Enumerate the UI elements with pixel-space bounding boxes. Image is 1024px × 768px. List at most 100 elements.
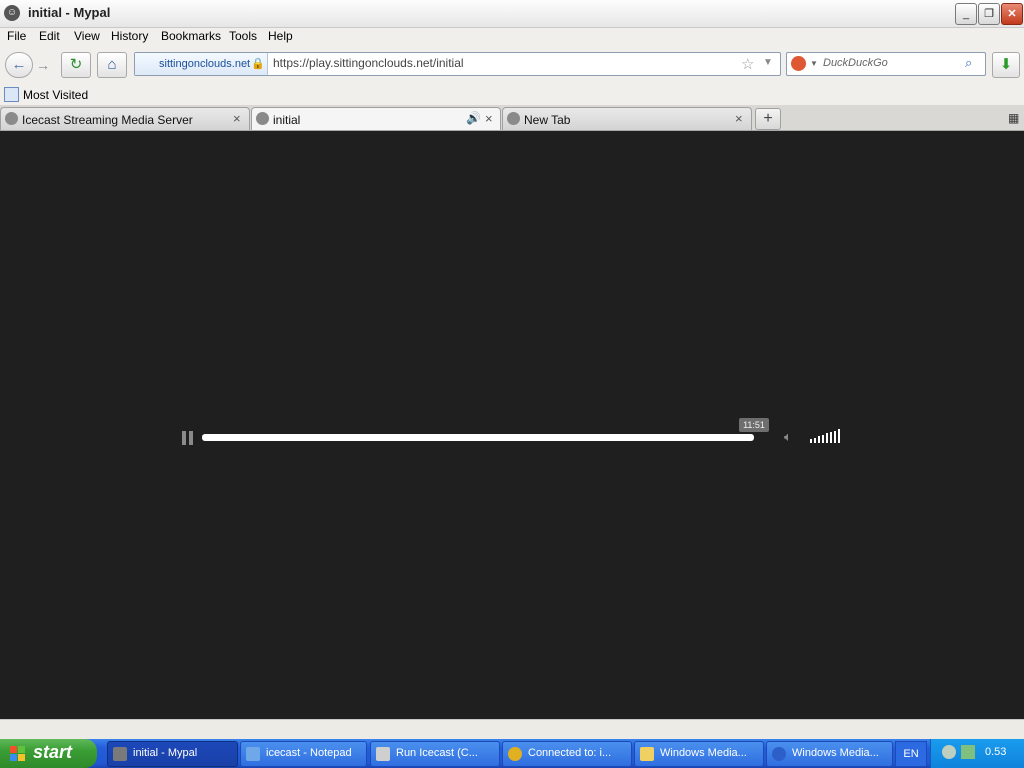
tab-close-icon[interactable]: × <box>735 111 743 126</box>
icecast-icon <box>376 747 390 761</box>
forward-arrow-icon: → <box>36 57 50 73</box>
speaker-icon[interactable]: 🔈︎ <box>784 429 804 444</box>
tab-icecast[interactable]: Icecast Streaming Media Server × <box>0 107 250 130</box>
volume-bar[interactable] <box>810 439 812 443</box>
url-text[interactable]: https://play.sittingonclouds.net/initial <box>273 56 464 70</box>
home-button[interactable]: ⌂ <box>97 52 127 78</box>
volume-bar[interactable] <box>834 430 836 443</box>
volume-slider[interactable] <box>810 429 842 443</box>
home-icon: ⌂ <box>107 56 117 73</box>
status-bar <box>0 719 1024 740</box>
taskbar-item-notepad[interactable]: icecast - Notepad <box>240 741 367 767</box>
menu-bookmarks[interactable]: Bookmarks <box>161 29 221 43</box>
tab-initial[interactable]: initial 🔊 × <box>251 107 501 130</box>
tab-close-icon[interactable]: × <box>485 111 493 126</box>
folder-icon <box>640 747 654 761</box>
menu-view[interactable]: View <box>74 29 100 43</box>
globe-icon <box>5 112 18 125</box>
taskbar-item-windows-media-folder[interactable]: Windows Media... <box>634 741 764 767</box>
forward-button[interactable]: → <box>36 57 50 73</box>
title-bar: ☺ initial - Mypal _ ❐ ✕ <box>0 0 1024 28</box>
system-tray: 0.53 <box>930 739 1024 768</box>
downloads-button[interactable]: ⬇ <box>992 52 1020 78</box>
tray-app-icon[interactable] <box>961 745 975 759</box>
url-dropdown-icon[interactable]: ▼ <box>763 57 773 68</box>
taskbar-item-mypal[interactable]: initial - Mypal <box>107 741 238 767</box>
tray-network-icon[interactable] <box>942 745 956 759</box>
search-bar[interactable]: ▼ DuckDuckGo ⌕ <box>786 52 986 76</box>
menu-history[interactable]: History <box>111 29 148 43</box>
site-identity-button[interactable]: sittingonclouds.net 🔒 <box>135 53 268 75</box>
taskbar-item-label: Windows Media... <box>660 747 747 759</box>
restore-button[interactable]: ❐ <box>978 3 1000 25</box>
menu-tools[interactable]: Tools <box>229 29 257 43</box>
plus-icon: + <box>763 110 773 127</box>
taskbar-item-windows-media-player[interactable]: Windows Media... <box>766 741 893 767</box>
progress-fill <box>202 434 754 441</box>
app-icon: ☺ <box>4 5 20 21</box>
taskbar-item-label: Run Icecast (C... <box>396 747 478 759</box>
download-arrow-icon: ⬇ <box>999 56 1013 73</box>
globe-icon <box>507 112 520 125</box>
back-arrow-icon: ← <box>11 56 27 73</box>
volume-bar[interactable] <box>830 432 832 443</box>
menu-help[interactable]: Help <box>268 29 293 43</box>
pause-icon <box>182 431 186 445</box>
taskbar-item-label: Windows Media... <box>792 747 879 759</box>
taskbar-item-run-icecast[interactable]: Run Icecast (C... <box>370 741 500 767</box>
search-engine-dropdown-icon[interactable]: ▼ <box>810 59 818 68</box>
duckduckgo-icon[interactable] <box>791 56 806 71</box>
navigation-toolbar: ← → ↻ ⌂ sittingonclouds.net 🔒 https://pl… <box>0 47 1024 83</box>
notepad-icon <box>246 747 260 761</box>
search-icon[interactable]: ⌕ <box>965 55 972 71</box>
pause-button[interactable] <box>182 431 194 445</box>
tab-strip: Icecast Streaming Media Server × initial… <box>0 105 1024 131</box>
tab-new-tab[interactable]: New Tab × <box>502 107 752 130</box>
search-placeholder: DuckDuckGo <box>823 57 888 69</box>
volume-bar[interactable] <box>822 434 824 443</box>
globe-icon <box>256 112 269 125</box>
bookmark-most-visited[interactable]: Most Visited <box>23 88 88 102</box>
taskbar-item-label: initial - Mypal <box>133 747 198 759</box>
tab-groups-icon[interactable]: ▦ <box>1008 111 1019 125</box>
lock-icon: 🔒 <box>251 58 265 70</box>
language-indicator[interactable]: EN <box>895 741 927 767</box>
tab-label: New Tab <box>524 113 571 127</box>
connection-icon <box>508 747 522 761</box>
tab-close-icon[interactable]: × <box>233 111 241 126</box>
reload-icon: ↻ <box>69 56 83 73</box>
tab-audio-icon[interactable]: 🔊 <box>466 111 481 125</box>
tab-label: Icecast Streaming Media Server <box>22 113 193 127</box>
close-button[interactable]: ✕ <box>1001 3 1023 25</box>
volume-bar[interactable] <box>838 429 840 443</box>
start-label: start <box>33 742 73 762</box>
taskbar-item-label: icecast - Notepad <box>266 747 352 759</box>
bookmark-star-icon[interactable]: ☆ <box>741 55 754 73</box>
volume-bar[interactable] <box>818 436 820 443</box>
menu-file[interactable]: File <box>7 29 26 43</box>
bookmarks-toolbar: Most Visited <box>0 84 1024 105</box>
menu-bar: File Edit View History Bookmarks Tools H… <box>0 27 1024 47</box>
page-content: 11:51 🔈︎ <box>0 131 1024 719</box>
windows-logo-icon <box>10 746 26 762</box>
reload-button[interactable]: ↻ <box>61 52 91 78</box>
url-bar[interactable]: sittingonclouds.net 🔒 https://play.sitti… <box>134 52 781 76</box>
taskbar-item-label: Connected to: i... <box>528 747 612 759</box>
site-identity-label: sittingonclouds.net <box>159 58 251 70</box>
mypal-icon <box>113 747 127 761</box>
taskbar-item-connected[interactable]: Connected to: i... <box>502 741 632 767</box>
menu-edit[interactable]: Edit <box>39 29 60 43</box>
back-button[interactable]: ← <box>5 52 33 78</box>
volume-bar[interactable] <box>826 433 828 443</box>
start-button[interactable]: start <box>0 739 97 768</box>
progress-bar[interactable] <box>202 434 754 441</box>
time-tooltip: 11:51 <box>739 418 769 432</box>
minimize-button[interactable]: _ <box>955 3 977 25</box>
taskbar: start initial - Mypal icecast - Notepad … <box>0 739 1024 768</box>
volume-bar[interactable] <box>814 437 816 443</box>
bookmark-folder-icon <box>4 87 19 102</box>
window-title: initial - Mypal <box>28 5 111 20</box>
tab-label: initial <box>273 113 301 127</box>
new-tab-button[interactable]: + <box>755 108 781 130</box>
media-player-icon <box>772 747 786 761</box>
